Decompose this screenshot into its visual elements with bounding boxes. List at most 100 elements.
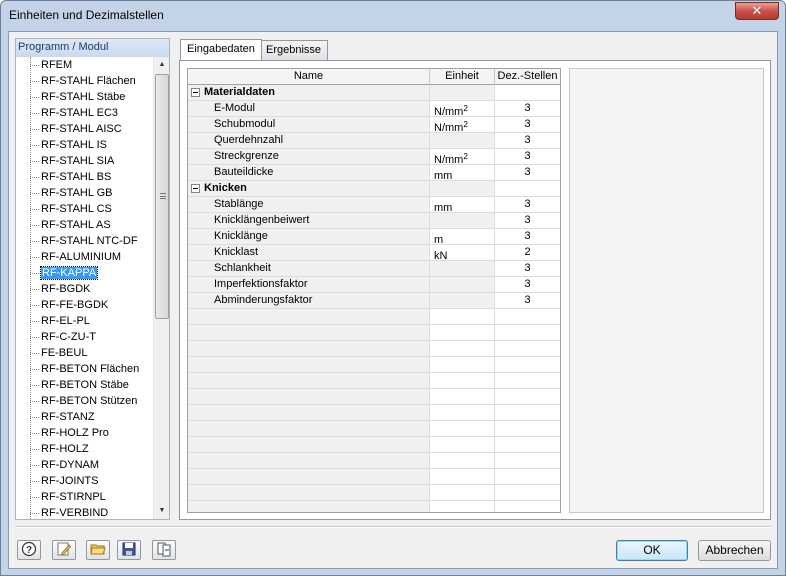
table-row[interactable]: Bauteildicke mm 3 bbox=[188, 165, 560, 181]
tree-item[interactable]: RF-STAHL IS bbox=[16, 137, 153, 153]
column-header-name[interactable]: Name bbox=[188, 69, 430, 85]
scrollbar-thumb[interactable] bbox=[155, 74, 169, 319]
empty-row bbox=[188, 453, 560, 469]
scroll-up-arrow-icon[interactable]: ▲ bbox=[154, 57, 170, 73]
table-row[interactable]: Streckgrenze N/mm2 3 bbox=[188, 149, 560, 165]
tree-item[interactable]: RF-BETON Stäbe bbox=[16, 377, 153, 393]
column-header-decimals[interactable]: Dez.-Stellen bbox=[495, 69, 560, 85]
table-row[interactable]: Schlankheit 3 bbox=[188, 261, 560, 277]
tree-item[interactable]: RF-EL-PL bbox=[16, 313, 153, 329]
row-unit-cell[interactable] bbox=[430, 261, 495, 276]
empty-row bbox=[188, 373, 560, 389]
tree-item[interactable]: RF-FE-BGDK bbox=[16, 297, 153, 313]
tab-ergebnisse[interactable]: Ergebnisse bbox=[259, 40, 329, 60]
help-button[interactable]: ? bbox=[17, 540, 41, 560]
empty-decimals-cell bbox=[495, 453, 560, 468]
open-button[interactable] bbox=[86, 540, 110, 560]
scroll-down-arrow-icon[interactable]: ▼ bbox=[154, 503, 170, 519]
edit-button[interactable] bbox=[52, 540, 76, 560]
row-decimals-cell[interactable]: 3 bbox=[495, 261, 560, 276]
row-unit-cell[interactable]: kN bbox=[430, 245, 495, 260]
tree-item[interactable]: RF-STIRNPL bbox=[16, 489, 153, 505]
table-row[interactable]: Querdehnzahl 3 bbox=[188, 133, 560, 149]
group-row[interactable]: Knicken bbox=[188, 181, 560, 197]
row-name-cell: Imperfektionsfaktor bbox=[188, 277, 430, 292]
tree-item[interactable]: RF-VERBIND bbox=[16, 505, 153, 519]
tree-item[interactable]: RF-HOLZ bbox=[16, 441, 153, 457]
empty-unit-cell bbox=[430, 309, 495, 324]
module-tree-scrollbar[interactable]: ▲ ▼ bbox=[153, 57, 169, 519]
save-icon bbox=[121, 542, 137, 560]
tree-item[interactable]: RF-STAHL GB bbox=[16, 185, 153, 201]
row-unit-cell[interactable] bbox=[430, 293, 495, 308]
table-row[interactable]: Imperfektionsfaktor 3 bbox=[188, 277, 560, 293]
table-row[interactable]: Knicklast kN 2 bbox=[188, 245, 560, 261]
tree-item[interactable]: RF-STAHL AISC bbox=[16, 121, 153, 137]
row-unit-cell[interactable]: m bbox=[430, 229, 495, 244]
tree-item[interactable]: RF-STAHL Stäbe bbox=[16, 89, 153, 105]
empty-unit-cell bbox=[430, 421, 495, 436]
row-decimals-cell[interactable]: 3 bbox=[495, 229, 560, 244]
row-decimals-cell[interactable]: 3 bbox=[495, 197, 560, 212]
row-decimals-cell[interactable]: 2 bbox=[495, 245, 560, 260]
tree-item[interactable]: RF-ALUMINIUM bbox=[16, 249, 153, 265]
column-header-unit[interactable]: Einheit bbox=[430, 69, 495, 85]
tree-item[interactable]: RF-STAHL NTC-DF bbox=[16, 233, 153, 249]
close-button[interactable]: ✕ bbox=[735, 2, 779, 20]
tree-item[interactable]: RF-KAPPA bbox=[16, 265, 153, 281]
collapse-icon[interactable] bbox=[191, 88, 200, 97]
row-decimals-cell[interactable]: 3 bbox=[495, 133, 560, 148]
ok-button[interactable]: OK bbox=[616, 540, 688, 561]
tree-item[interactable]: RF-STAHL SIA bbox=[16, 153, 153, 169]
row-unit-cell[interactable]: N/mm2 bbox=[430, 117, 495, 132]
row-unit-cell[interactable] bbox=[430, 133, 495, 148]
tree-item[interactable]: RF-DYNAM bbox=[16, 457, 153, 473]
row-decimals-cell[interactable]: 3 bbox=[495, 277, 560, 292]
import-export-button[interactable] bbox=[152, 540, 176, 560]
row-decimals-cell[interactable]: 3 bbox=[495, 149, 560, 164]
empty-decimals-cell bbox=[495, 437, 560, 452]
row-unit-cell[interactable]: mm bbox=[430, 165, 495, 180]
tree-item[interactable]: RF-C-ZU-T bbox=[16, 329, 153, 345]
tab-eingabedaten[interactable]: Eingabedaten bbox=[180, 39, 262, 60]
tree-item[interactable]: RF-JOINTS bbox=[16, 473, 153, 489]
tree-item[interactable]: RFEM bbox=[16, 57, 153, 73]
tree-item[interactable]: FE-BEUL bbox=[16, 345, 153, 361]
table-row[interactable]: Schubmodul N/mm2 3 bbox=[188, 117, 560, 133]
row-unit-cell[interactable]: N/mm2 bbox=[430, 101, 495, 116]
tree-item-label: RF-STIRNPL bbox=[41, 491, 106, 503]
unit-value: mm bbox=[434, 170, 453, 180]
table-row[interactable]: Stablänge mm 3 bbox=[188, 197, 560, 213]
tree-item[interactable]: RF-STAHL Flächen bbox=[16, 73, 153, 89]
collapse-icon[interactable] bbox=[191, 184, 200, 193]
tree-item[interactable]: RF-STAHL AS bbox=[16, 217, 153, 233]
row-unit-cell[interactable] bbox=[430, 277, 495, 292]
tree-item[interactable]: RF-STAHL EC3 bbox=[16, 105, 153, 121]
row-unit-cell[interactable]: N/mm2 bbox=[430, 149, 495, 164]
row-decimals-cell[interactable]: 3 bbox=[495, 293, 560, 308]
table-row[interactable]: Abminderungsfaktor 3 bbox=[188, 293, 560, 309]
tree-item[interactable]: RF-STAHL BS bbox=[16, 169, 153, 185]
row-decimals-cell[interactable]: 3 bbox=[495, 213, 560, 228]
table-row[interactable]: Knicklängenbeiwert 3 bbox=[188, 213, 560, 229]
tree-item[interactable]: RF-BETON Flächen bbox=[16, 361, 153, 377]
row-decimals-cell[interactable]: 3 bbox=[495, 165, 560, 180]
row-unit-cell[interactable]: mm bbox=[430, 197, 495, 212]
empty-decimals-cell bbox=[495, 421, 560, 436]
row-unit-cell[interactable] bbox=[430, 213, 495, 228]
cancel-button[interactable]: Abbrechen bbox=[698, 540, 771, 561]
tree-item[interactable]: RF-HOLZ Pro bbox=[16, 425, 153, 441]
table-row[interactable]: E-Modul N/mm2 3 bbox=[188, 101, 560, 117]
tree-item[interactable]: RF-BETON Stützen bbox=[16, 393, 153, 409]
row-decimals-cell[interactable]: 3 bbox=[495, 101, 560, 116]
tree-item[interactable]: RF-STAHL CS bbox=[16, 201, 153, 217]
empty-unit-cell bbox=[430, 357, 495, 372]
save-button[interactable] bbox=[117, 540, 141, 560]
group-row[interactable]: Materialdaten bbox=[188, 85, 560, 101]
group-decimals-cell bbox=[495, 181, 560, 196]
tree-item-label: RF-HOLZ bbox=[41, 443, 89, 455]
row-decimals-cell[interactable]: 3 bbox=[495, 117, 560, 132]
tree-item[interactable]: RF-BGDK bbox=[16, 281, 153, 297]
tree-item[interactable]: RF-STANZ bbox=[16, 409, 153, 425]
table-row[interactable]: Knicklänge m 3 bbox=[188, 229, 560, 245]
